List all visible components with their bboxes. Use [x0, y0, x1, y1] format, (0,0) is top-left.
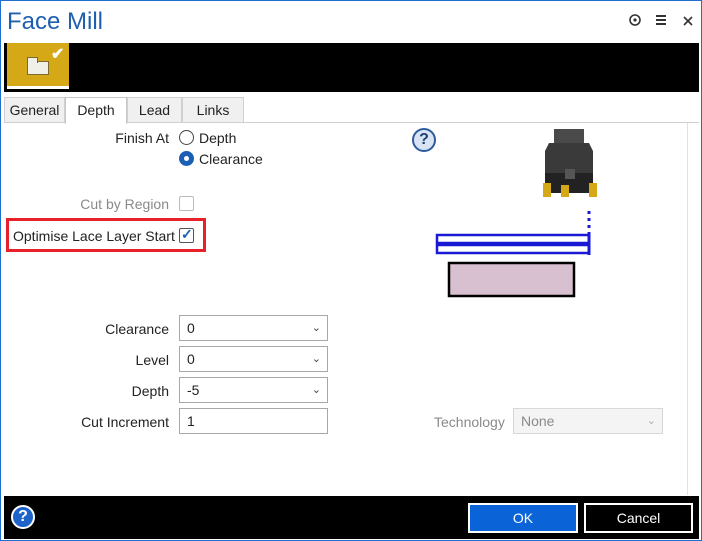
check-icon: ✔ [51, 46, 65, 63]
folder-check-button[interactable]: ✔ [7, 43, 69, 89]
tab-lead[interactable]: Lead [127, 97, 182, 123]
tab-depth[interactable]: Depth [65, 97, 127, 124]
window-title: Face Mill [7, 8, 104, 35]
level-select[interactable]: 0 ⌄ [179, 346, 328, 372]
finish-at-clearance-radio[interactable] [179, 151, 194, 166]
finish-at-clearance-label[interactable]: Clearance [199, 151, 263, 167]
level-label: Level [135, 352, 169, 368]
ribbon: ✔ [4, 43, 699, 92]
finish-at-depth-label[interactable]: Depth [199, 130, 236, 146]
depth-select[interactable]: -5 ⌄ [179, 377, 328, 403]
cut-by-region-checkbox[interactable] [179, 196, 194, 211]
tab-links[interactable]: Links [182, 97, 244, 123]
ok-button[interactable]: OK [468, 503, 578, 533]
depth-value: -5 [187, 382, 200, 398]
finish-at-depth-radio[interactable] [179, 130, 194, 145]
clearance-select[interactable]: 0 ⌄ [179, 315, 328, 341]
footer-bar: ? OK Cancel [4, 496, 699, 539]
clearance-value: 0 [187, 320, 195, 336]
chevron-down-icon: ⌄ [646, 415, 656, 427]
menu-icon[interactable] [653, 13, 669, 31]
level-value: 0 [187, 351, 195, 367]
cut-by-region-label: Cut by Region [80, 196, 169, 212]
scrollbar[interactable] [687, 123, 698, 495]
tab-general[interactable]: General [4, 97, 65, 123]
check-icon: ✓ [181, 226, 193, 242]
technology-value: None [521, 413, 555, 429]
chevron-down-icon: ⌄ [311, 353, 321, 365]
help-icon[interactable]: ? [11, 505, 35, 529]
pin-icon[interactable] [627, 13, 643, 31]
depth-label: Depth [131, 383, 169, 399]
technology-select[interactable]: None ⌄ [513, 408, 663, 434]
chevron-down-icon: ⌄ [311, 384, 321, 396]
face-mill-dialog: Face Mill ✔ General Depth Lead Links Fin… [0, 0, 702, 541]
close-icon[interactable] [680, 13, 696, 31]
chevron-down-icon: ⌄ [311, 322, 321, 334]
finish-at-label: Finish At [115, 130, 169, 146]
cut-increment-label: Cut Increment [81, 414, 169, 430]
optimise-lace-checkbox[interactable]: ✓ [179, 226, 194, 243]
technology-label: Technology [434, 414, 505, 430]
title-bar: Face Mill [1, 1, 701, 43]
cut-increment-input[interactable]: 1 [179, 408, 328, 434]
folder-icon [27, 57, 49, 75]
clearance-label: Clearance [105, 321, 169, 337]
optimise-lace-label: Optimise Lace Layer Start [13, 228, 175, 244]
cancel-button[interactable]: Cancel [584, 503, 693, 533]
face-mill-illustration [431, 129, 601, 299]
